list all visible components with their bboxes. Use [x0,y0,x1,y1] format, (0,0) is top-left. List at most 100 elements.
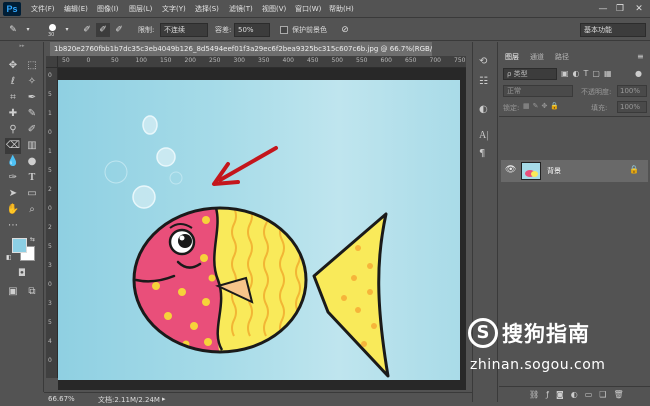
move-tool-icon[interactable]: ✥ [5,58,21,74]
panel-menu-icon[interactable]: ≡ [637,52,644,61]
brush-tool-icon[interactable]: ✎ [24,106,40,122]
eyedropper-tool-icon[interactable]: ✒ [24,90,40,106]
kind-filter-select[interactable]: ρ 类型 [503,68,557,80]
ruler-tick-label: 100 [135,57,147,64]
opacity-input[interactable]: 100% [617,85,647,97]
frame-mode-icon[interactable]: ⧉ [24,284,40,300]
gradient-tool-icon[interactable]: ▥ [24,138,40,154]
pressure-size-icon[interactable]: ⊘ [338,23,352,37]
magic-eraser-tool-icon[interactable]: ✎ [6,23,20,37]
layer-filter-icons[interactable]: ▣◐T▢▦ [561,69,616,78]
menu-edit[interactable]: 编辑(E) [64,3,88,15]
shape-tool-icon[interactable]: ▭ [24,186,40,202]
menu-layer[interactable]: 图层(L) [129,3,152,15]
eraser-tool-icon[interactable]: ⌫ [5,138,21,154]
minimize-button[interactable]: — [596,3,610,15]
ruler-tick-label: 600 [380,57,392,64]
restore-button[interactable]: ❐ [613,3,627,15]
ruler-origin[interactable] [46,56,58,68]
layer-thumbnail [521,162,541,180]
tolerance-input[interactable]: 50% [234,23,270,37]
tab-paths[interactable]: 路径 [555,50,569,64]
ruler-tick-label: 1 [48,110,52,117]
bubble-icon [156,147,176,167]
menu-filter[interactable]: 滤镜(T) [229,3,253,15]
menu-type[interactable]: 文字(Y) [162,3,186,15]
character-panel-icon[interactable]: A| [479,130,488,141]
history-brush-tool-icon[interactable]: ✐ [24,122,40,138]
blur-tool-icon[interactable]: 💧 [5,154,21,170]
menu-select[interactable]: 选择(S) [195,3,219,15]
hand-tool-icon[interactable]: ✋ [5,202,21,218]
sampling-continuous-icon[interactable]: ✐ [80,23,94,37]
lasso-tool-icon[interactable]: ℓ [5,74,21,90]
crop-tool-icon[interactable]: ⌗ [5,90,21,106]
fill-input[interactable]: 100% [617,101,647,113]
visibility-eye-icon[interactable]: 👁 [505,165,516,175]
screen-mode-icon[interactable]: ▣ [5,284,21,300]
adjustments-panel-icon[interactable]: ◐ [479,104,488,115]
layer-name[interactable]: 背景 [547,166,561,176]
brush-preset-picker[interactable]: 30 [46,24,58,38]
layer-actions[interactable]: ⛓ƒ◙◐▭❑🗑 [529,390,631,399]
workspace-select[interactable]: 基本功能 [580,23,646,37]
protect-foreground-checkbox[interactable] [280,26,288,34]
ruler-tick-label: 700 [429,57,441,64]
menu-window[interactable]: 窗口(W) [295,3,321,15]
quick-mask-icon[interactable]: ◘ [14,266,30,282]
paragraph-panel-icon[interactable]: ¶ [479,148,485,159]
protect-foreground-label: 保护前景色 [292,26,327,34]
edit-toolbar-icon[interactable]: ⋯ [5,218,21,234]
chevron-down-icon[interactable]: ▾ [60,23,74,37]
blend-mode-select[interactable]: 正常 [503,85,573,97]
ruler-tick-label: 5 [48,319,52,326]
tab-channels[interactable]: 通道 [530,50,544,64]
pen-tool-icon[interactable]: ✑ [5,170,21,186]
menu-bar: Ps 文件(F) 编辑(E) 图像(I) 图层(L) 文字(Y) 选择(S) 滤… [0,0,650,18]
status-menu-icon[interactable]: ▸ [162,395,166,403]
zoom-tool-icon[interactable]: ⌕ [24,202,40,218]
foreground-color-swatch[interactable] [12,238,27,253]
ruler-tick-label: 0 [48,205,52,212]
limit-select[interactable]: 不连续 [160,23,208,37]
tab-layers[interactable]: 图层 [505,50,519,64]
clone-stamp-tool-icon[interactable]: ⚲ [5,122,21,138]
sampling-once-icon[interactable]: ✐ [96,23,110,37]
lock-icons[interactable]: ▦✎✥🔒 [523,102,562,110]
sampling-background-icon[interactable]: ✐ [112,23,126,37]
default-colors-icon[interactable]: ◧ [6,254,12,261]
swap-colors-icon[interactable]: ⇆ [30,236,35,243]
menu-image[interactable]: 图像(I) [97,3,119,15]
watermark-url: zhinan.sogou.com [470,357,606,373]
status-bar: 66.67% 文档:2.11M/2.24M ▸ [44,392,472,406]
ruler-tick-label: 0 [48,281,52,288]
document-image [58,80,460,380]
ruler-tick-label: 500 [331,57,343,64]
marquee-tool-icon[interactable]: ⬚ [24,58,40,74]
dodge-tool-icon[interactable]: ● [24,154,40,170]
menu-view[interactable]: 视图(V) [262,3,286,15]
sogou-logo: S [468,318,498,348]
menu-help[interactable]: 帮助(H) [329,3,354,15]
quick-select-tool-icon[interactable]: ✧ [24,74,40,90]
bubble-icon [169,171,183,185]
zoom-level[interactable]: 66.67% [48,395,75,403]
properties-panel-icon[interactable]: ☷ [479,76,488,87]
red-arrow-icon [212,146,278,186]
menu-file[interactable]: 文件(F) [31,3,55,15]
close-button[interactable]: ✕ [632,3,646,15]
ruler-tick-label: 0 [48,357,52,364]
chevron-down-icon[interactable]: ▾ [21,23,35,37]
toolbox-collapse-icon[interactable]: ▸▸ [2,44,42,49]
type-tool-icon[interactable]: T [24,170,40,186]
filter-toggle-icon[interactable]: ● [635,69,642,78]
layer-row[interactable]: 👁 背景 🔒 [501,160,648,182]
path-select-tool-icon[interactable]: ➤ [5,186,21,202]
history-panel-icon[interactable]: ⟲ [479,56,487,67]
ruler-tick-label: 5 [48,91,52,98]
healing-brush-tool-icon[interactable]: ✚ [5,106,21,122]
divider [499,116,650,117]
opacity-label: 不透明度: [581,88,612,96]
ruler-tick-label: 50 [111,57,119,64]
document-tab[interactable]: 1b820e2760fbb1b7dc35c3eb4049b126_8d5494e… [50,42,432,56]
